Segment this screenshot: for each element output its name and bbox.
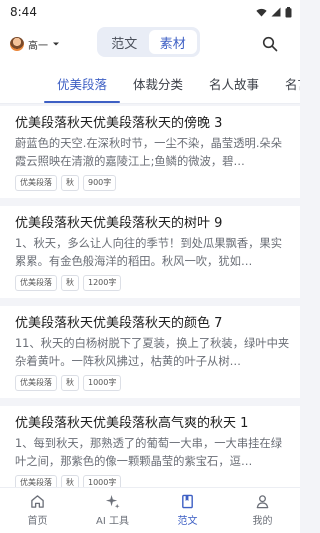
status-icons xyxy=(256,6,292,18)
search-icon[interactable] xyxy=(262,36,278,52)
tag: 优美段落 xyxy=(15,475,57,487)
tag: 1200字 xyxy=(83,275,122,291)
grade-selector[interactable]: 高一 xyxy=(10,37,60,52)
battery-icon xyxy=(285,6,292,17)
home-icon xyxy=(31,495,44,508)
card-excerpt: 11、秋天的白杨树脱下了夏装，换上了秋装，绿叶中夹杂着黄叶。一阵秋风拂过，枯黄的… xyxy=(15,337,290,368)
nav-home[interactable]: 首页 xyxy=(0,488,75,533)
nav-mine[interactable]: 我的 xyxy=(225,488,300,533)
card-excerpt: 蔚蓝色的天空.在深秋时节，一尘不染，晶莹透明.朵朵霞云照映在清澈的嘉陵江上;鱼鳞… xyxy=(15,137,283,168)
nav-ai-tools[interactable]: AI 工具 xyxy=(75,488,150,533)
nav-mine-label: 我的 xyxy=(252,516,273,527)
book-icon xyxy=(182,494,193,509)
list-item[interactable]: 优美段落秋天优美段落秋高气爽的秋天 1 1、每到秋天，那熟透了的葡萄一大串，一大… xyxy=(0,406,300,487)
signal-icon xyxy=(271,7,281,17)
list-item[interactable]: 优美段落秋天优美段落秋天的傍晚 3 蔚蓝色的天空.在深秋时节，一尘不染，晶莹透明… xyxy=(0,106,300,198)
tag: 秋 xyxy=(61,475,79,487)
nav-home-label: 首页 xyxy=(27,516,48,527)
list-item[interactable]: 优美段落秋天优美段落秋天的树叶 9 1、秋天，多么让人向往的季节！到处瓜果飘香，… xyxy=(0,206,300,298)
wifi-icon xyxy=(256,8,267,17)
app-bar: 高一 范文 素材 xyxy=(0,24,300,64)
card-title: 优美段落秋天优美段落秋天的颜色 7 xyxy=(15,316,223,331)
card-tags: 优美段落 秋 1000字 xyxy=(15,375,290,391)
avatar xyxy=(10,37,24,51)
tag: 1000字 xyxy=(83,375,122,391)
tag: 优美段落 xyxy=(15,175,57,191)
sparkle-icon xyxy=(105,494,120,509)
segment-fanwen[interactable]: 范文 xyxy=(100,30,149,54)
card-title: 优美段落秋天优美段落秋高气爽的秋天 1 xyxy=(15,416,249,431)
segmented-control: 范文 素材 xyxy=(97,27,200,57)
bottom-nav: 首页 AI 工具 范文 我的 xyxy=(0,487,300,533)
card-title: 优美段落秋天优美段落秋天的树叶 9 xyxy=(15,216,223,231)
tab-mingyan[interactable]: 名言 xyxy=(272,74,300,103)
tag: 1000字 xyxy=(83,475,122,487)
card-title: 优美段落秋天优美段落秋天的傍晚 3 xyxy=(15,116,223,131)
caret-down-icon xyxy=(53,42,59,46)
nav-ai-tools-label: AI 工具 xyxy=(96,516,129,527)
segment-sucai[interactable]: 素材 xyxy=(148,30,197,54)
nav-fanwen-label: 范文 xyxy=(177,516,198,527)
list-item[interactable]: 优美段落秋天优美段落秋天的颜色 7 11、秋天的白杨树脱下了夏装，换上了秋装，绿… xyxy=(0,306,300,398)
status-time: 8:44 xyxy=(10,5,37,19)
card-tags: 优美段落 秋 1000字 xyxy=(15,475,290,487)
article-list: 优美段落秋天优美段落秋天的傍晚 3 蔚蓝色的天空.在深秋时节，一尘不染，晶莹透明… xyxy=(0,106,300,487)
card-excerpt: 1、秋天，多么让人向往的季节！到处瓜果飘香，果实累累。有金色般海洋的稻田。秋风一… xyxy=(15,237,283,268)
tag: 优美段落 xyxy=(15,275,57,291)
card-tags: 优美段落 秋 900字 xyxy=(15,175,290,191)
tag: 900字 xyxy=(83,175,117,191)
tag: 优美段落 xyxy=(15,375,57,391)
tab-ticai-fenlei[interactable]: 体裁分类 xyxy=(120,74,196,103)
grade-label: 高一 xyxy=(28,40,48,52)
tab-youmei-duanluo[interactable]: 优美段落 xyxy=(44,74,121,103)
tab-mingren-gushi[interactable]: 名人故事 xyxy=(196,74,272,103)
nav-fanwen[interactable]: 范文 xyxy=(150,488,225,533)
tag: 秋 xyxy=(61,375,79,391)
card-tags: 优美段落 秋 1200字 xyxy=(15,275,290,291)
tag: 秋 xyxy=(61,175,79,191)
category-tabs: 优美段落 体裁分类 名人故事 名言 xyxy=(0,64,300,104)
status-bar: 8:44 xyxy=(0,0,300,24)
tag: 秋 xyxy=(61,275,79,291)
person-icon xyxy=(256,495,269,509)
card-excerpt: 1、每到秋天，那熟透了的葡萄一大串，一大串挂在绿叶之间，那紫色的像一颗颗晶莹的紫… xyxy=(15,437,283,468)
